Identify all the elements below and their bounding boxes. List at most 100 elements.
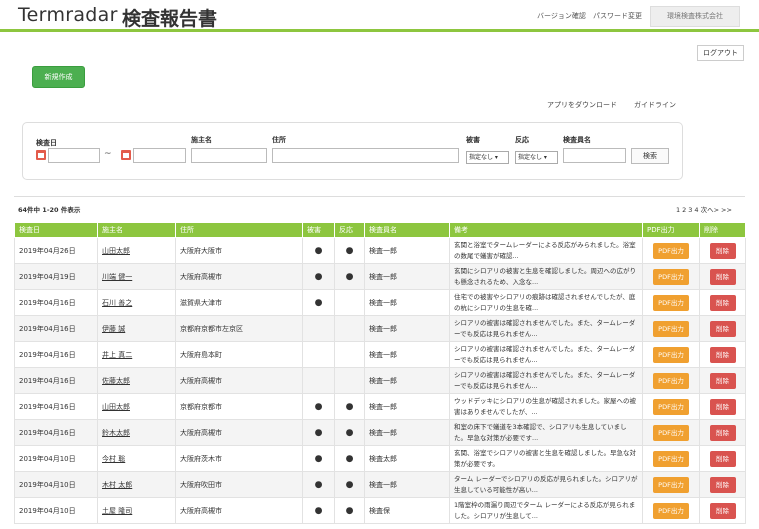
header-date[interactable]: 検査日 [14, 222, 98, 238]
header-inspector[interactable]: 検査員名 [364, 222, 450, 238]
cell-note: シロアリの被害は確認されませんでした。また、タームレーダーでも反応は見られません… [449, 367, 643, 394]
cell-damage: ● [302, 393, 335, 420]
delete-button[interactable]: 削除 [709, 450, 736, 467]
pagination: 1 2 3 4 次へ> >> [676, 204, 734, 214]
date-to-input[interactable] [133, 148, 186, 163]
cell-owner: 山田太郎 [97, 393, 176, 420]
owner-link[interactable]: 山田太郎 [102, 403, 130, 411]
cell-reaction: ● [334, 497, 365, 524]
cell-address: 大阪府高槻市 [175, 497, 303, 524]
delete-button[interactable]: 削除 [709, 398, 736, 415]
delete-button[interactable]: 削除 [709, 268, 736, 285]
owner-link[interactable]: 土屋 隆司 [102, 507, 132, 515]
owner-link[interactable]: 鈴木太郎 [102, 429, 130, 437]
cell-reaction [334, 367, 365, 394]
pdf-export-button[interactable]: PDF出力 [653, 424, 689, 441]
calendar-icon[interactable] [121, 150, 131, 160]
owner-link[interactable]: 木村 太郎 [102, 481, 132, 489]
page-3-link[interactable]: 3 [688, 206, 692, 214]
delete-button[interactable]: 削除 [709, 476, 736, 493]
pdf-export-button[interactable]: PDF出力 [653, 476, 689, 493]
owner-link[interactable]: 伊藤 誠 [102, 325, 125, 333]
owner-link[interactable]: 今村 聡 [102, 455, 125, 463]
cell-pdf: PDF出力 [642, 263, 700, 290]
cell-delete: 削除 [699, 263, 746, 290]
header-address[interactable]: 住所 [175, 222, 303, 238]
cell-owner: 石川 善之 [97, 289, 176, 316]
version-link[interactable]: バージョン確認 [537, 11, 586, 21]
date-from-input[interactable] [48, 148, 100, 163]
last-page-link[interactable]: >> [721, 206, 732, 214]
reaction-select[interactable]: 指定なし ▾ [515, 151, 558, 164]
table-header-row: 検査日 施主名 住所 被害 反応 検査員名 備考 PDF出力 削除 [14, 222, 746, 238]
page-2-link[interactable]: 2 [682, 206, 686, 214]
owner-link[interactable]: 山田太郎 [102, 247, 130, 255]
cell-reaction: ● [334, 445, 365, 472]
pdf-export-button[interactable]: PDF出力 [653, 398, 689, 415]
cell-note: 1階室枠の雨漏り周辺でターム レーダーによる反応が見られました。シロアリが生息し… [449, 497, 643, 524]
cell-address: 大阪府高槻市 [175, 419, 303, 446]
logout-button[interactable]: ログアウト [697, 45, 744, 61]
search-button[interactable]: 検索 [631, 148, 669, 164]
owner-link[interactable]: 井上 真二 [102, 351, 132, 359]
cell-date: 2019年04月10日 [14, 471, 98, 498]
cell-owner: 山田太郎 [97, 237, 176, 264]
cell-delete: 削除 [699, 237, 746, 264]
header-owner[interactable]: 施主名 [97, 222, 176, 238]
result-count: 64件中 1-20 件表示 [18, 206, 81, 214]
cell-pdf: PDF出力 [642, 445, 700, 472]
owner-link[interactable]: 川端 健一 [102, 273, 132, 281]
inspector-input[interactable] [563, 148, 626, 163]
next-page-link[interactable]: 次へ> [701, 206, 719, 214]
owner-link[interactable]: 石川 善之 [102, 299, 132, 307]
cell-owner: 佐藤太郎 [97, 367, 176, 394]
cell-address: 滋賀県大津市 [175, 289, 303, 316]
owner-input[interactable] [191, 148, 267, 163]
guideline-link[interactable]: ガイドライン [634, 100, 676, 110]
cell-damage: ● [302, 237, 335, 264]
cell-note: 玄関、浴室でシロアリの被害と生息を確認しました。早急な対策が必要です。 [449, 445, 643, 472]
delete-button[interactable]: 削除 [709, 242, 736, 259]
calendar-icon[interactable] [36, 150, 46, 160]
company-name-button[interactable]: 環境検査株式会社 [650, 6, 740, 27]
pdf-export-button[interactable]: PDF出力 [653, 502, 689, 519]
app-download-link[interactable]: アプリをダウンロード [547, 100, 617, 110]
header-divider [0, 29, 759, 32]
delete-button[interactable]: 削除 [709, 320, 736, 337]
page-4-link[interactable]: 4 [694, 206, 698, 214]
owner-link[interactable]: 佐藤太郎 [102, 377, 130, 385]
cell-damage [302, 367, 335, 394]
pdf-export-button[interactable]: PDF出力 [653, 242, 689, 259]
header-damage[interactable]: 被害 [302, 222, 335, 238]
cell-owner: 川端 健一 [97, 263, 176, 290]
cell-note: 玄関にシロアリの被害と生息を確認しました。周辺への広がりも懸念されるため、入念な… [449, 263, 643, 290]
delete-button[interactable]: 削除 [709, 372, 736, 389]
cell-inspector: 検査一郎 [364, 341, 450, 368]
cell-inspector: 検査一郎 [364, 237, 450, 264]
cell-pdf: PDF出力 [642, 471, 700, 498]
password-change-link[interactable]: パスワード変更 [593, 11, 642, 21]
pdf-export-button[interactable]: PDF出力 [653, 346, 689, 363]
header-pdf: PDF出力 [642, 222, 700, 238]
delete-button[interactable]: 削除 [709, 294, 736, 311]
cell-reaction: ● [334, 263, 365, 290]
pdf-export-button[interactable]: PDF出力 [653, 268, 689, 285]
brand-logo[interactable]: Termradar [18, 4, 118, 26]
pdf-export-button[interactable]: PDF出力 [653, 450, 689, 467]
divider [14, 196, 745, 197]
delete-button[interactable]: 削除 [709, 424, 736, 441]
damage-select[interactable]: 指定なし ▾ [466, 151, 509, 164]
cell-pdf: PDF出力 [642, 367, 700, 394]
cell-reaction [334, 341, 365, 368]
pdf-export-button[interactable]: PDF出力 [653, 372, 689, 389]
pdf-export-button[interactable]: PDF出力 [653, 320, 689, 337]
pdf-export-button[interactable]: PDF出力 [653, 294, 689, 311]
cell-delete: 削除 [699, 471, 746, 498]
address-input[interactable] [272, 148, 459, 163]
cell-delete: 削除 [699, 341, 746, 368]
header-reaction[interactable]: 反応 [334, 222, 365, 238]
delete-button[interactable]: 削除 [709, 502, 736, 519]
page-1-link[interactable]: 1 [676, 206, 680, 214]
new-report-button[interactable]: 新規作成 [32, 66, 85, 88]
delete-button[interactable]: 削除 [709, 346, 736, 363]
